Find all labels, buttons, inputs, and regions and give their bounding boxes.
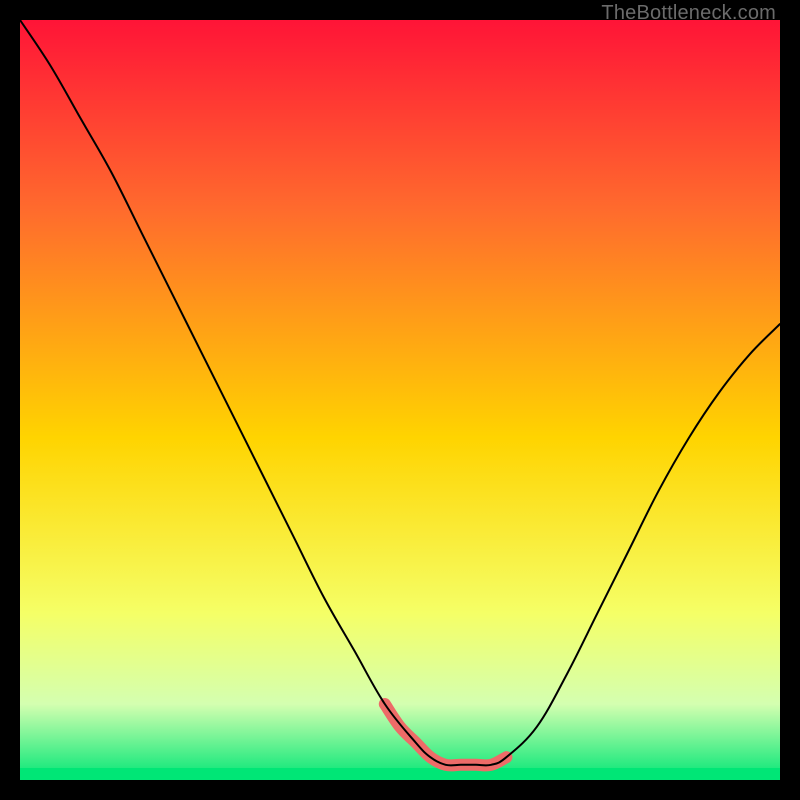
chart-frame: TheBottleneck.com	[0, 0, 800, 800]
watermark-text: TheBottleneck.com	[601, 2, 776, 25]
gradient-background	[20, 20, 780, 780]
plot-area	[20, 20, 780, 780]
chart-svg	[20, 20, 780, 780]
bottom-green-strip	[20, 768, 780, 780]
